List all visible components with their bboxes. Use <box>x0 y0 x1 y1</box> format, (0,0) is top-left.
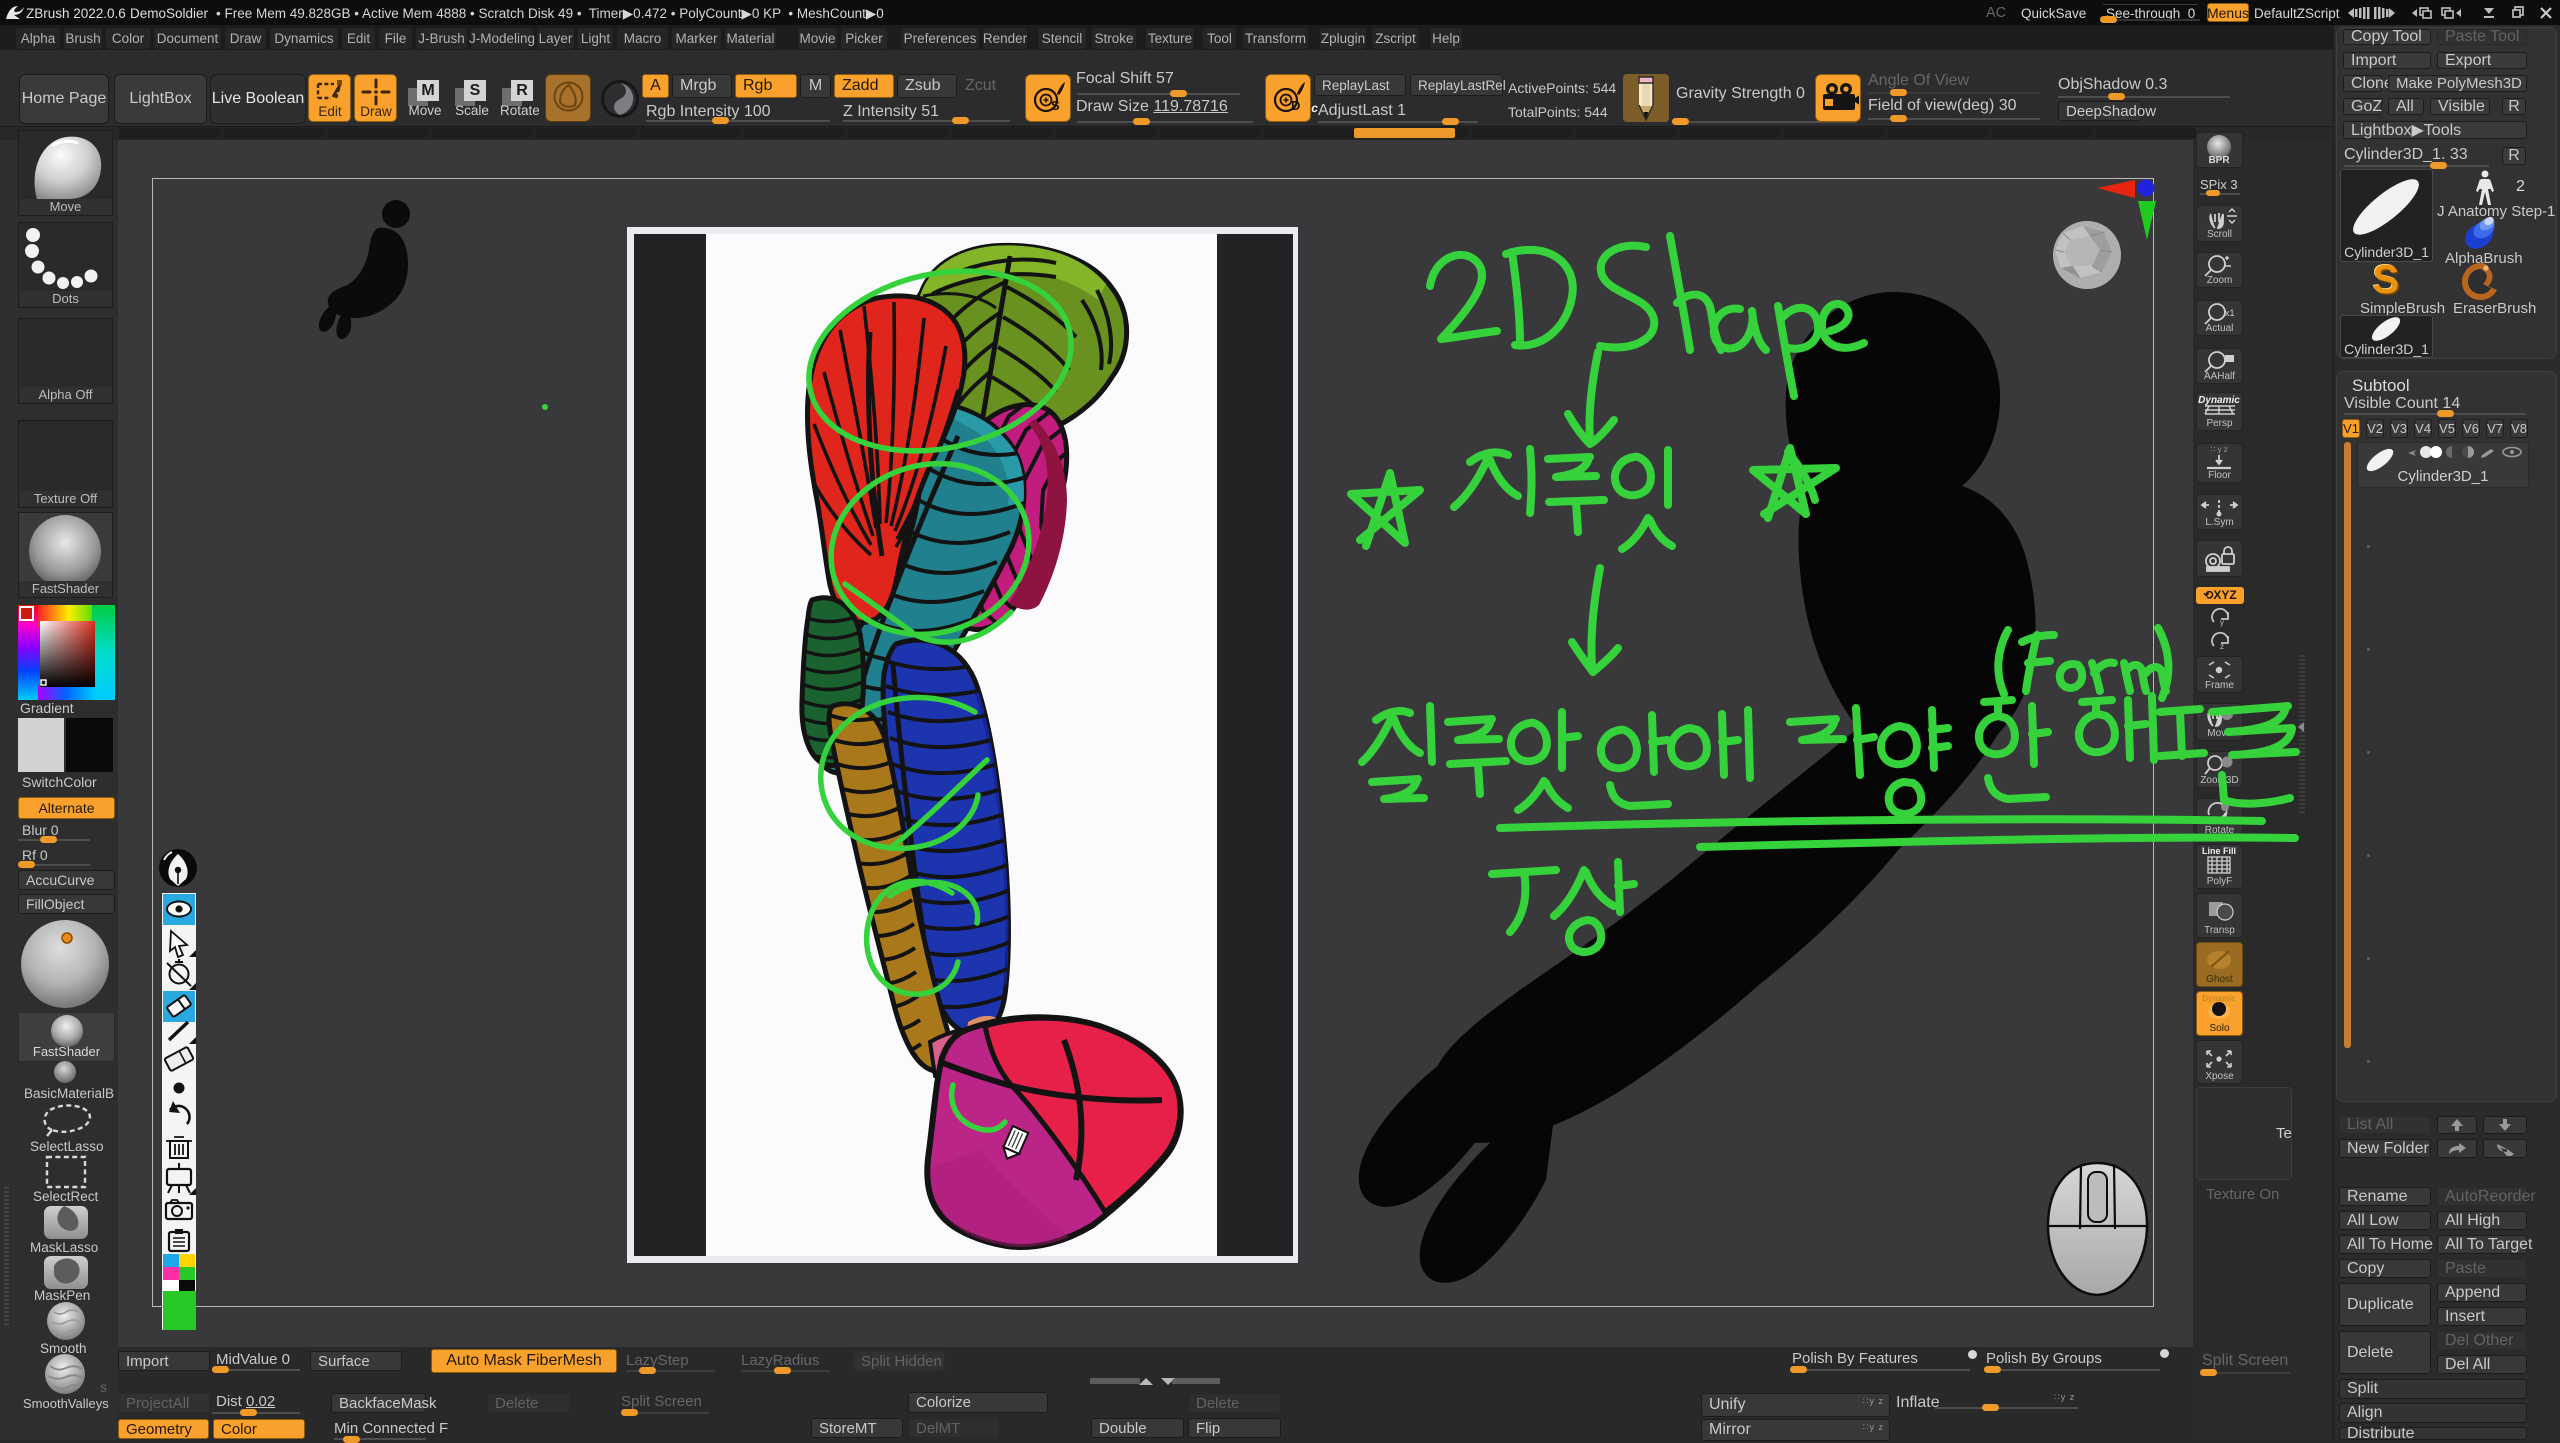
svg-text:S: S <box>1051 98 1060 113</box>
svg-text:D: D <box>1291 98 1300 113</box>
